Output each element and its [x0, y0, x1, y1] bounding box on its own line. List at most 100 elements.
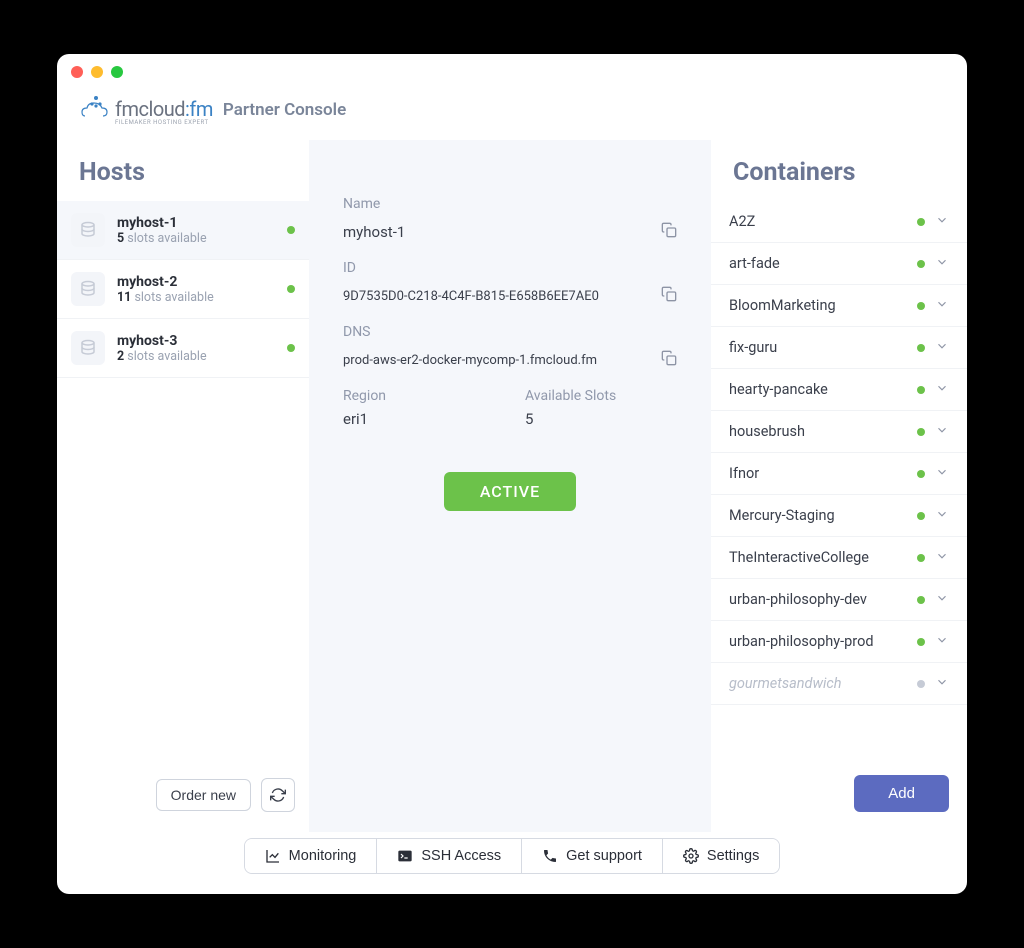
container-name: urban-philosophy-prod — [729, 633, 907, 650]
status-dot-icon — [917, 680, 925, 688]
refresh-button[interactable] — [261, 778, 295, 812]
container-item[interactable]: art-fade — [711, 243, 967, 285]
detail-dns-label: DNS — [343, 324, 677, 340]
status-dot-icon — [917, 218, 925, 226]
window-zoom-icon[interactable] — [111, 66, 123, 78]
logo: fmcloud:fm FILEMAKER HOSTING EXPERT — [79, 94, 213, 126]
container-name: Ifnor — [729, 465, 907, 482]
chevron-down-icon — [935, 212, 949, 231]
status-dot-icon — [917, 470, 925, 478]
copy-id-button[interactable] — [661, 286, 677, 306]
copy-icon — [661, 350, 677, 366]
status-dot-icon — [917, 554, 925, 562]
status-dot-icon — [287, 226, 295, 234]
containers-list: A2Z art-fade BloomMarketing fix-guru hea… — [711, 201, 967, 763]
chevron-down-icon — [935, 254, 949, 273]
server-icon — [71, 213, 105, 247]
container-name: TheInteractiveCollege — [729, 549, 907, 566]
status-dot-icon — [917, 428, 925, 436]
status-dot-icon — [287, 344, 295, 352]
status-dot-icon — [917, 302, 925, 310]
ssh-access-button[interactable]: SSH Access — [377, 839, 522, 873]
host-item[interactable]: myhost-2 11 slots available — [57, 260, 309, 319]
chevron-down-icon — [935, 506, 949, 525]
detail-id-value: 9D7535D0-C218-4C4F-B815-E658B6EE7AE0 — [343, 289, 599, 304]
host-slots: 11 slots available — [117, 290, 275, 305]
container-item[interactable]: hearty-pancake — [711, 369, 967, 411]
detail-slots-value: 5 — [525, 410, 533, 428]
container-item[interactable]: BloomMarketing — [711, 285, 967, 327]
phone-icon — [542, 848, 558, 864]
container-item[interactable]: housebrush — [711, 411, 967, 453]
status-badge: ACTIVE — [444, 472, 576, 511]
container-name: fix-guru — [729, 339, 907, 356]
cloud-icon — [79, 94, 109, 126]
chevron-down-icon — [935, 422, 949, 441]
container-item[interactable]: Mercury-Staging — [711, 495, 967, 537]
container-item[interactable]: urban-philosophy-prod — [711, 621, 967, 663]
terminal-icon — [397, 848, 413, 864]
container-name: BloomMarketing — [729, 297, 907, 314]
host-item[interactable]: myhost-3 2 slots available — [57, 319, 309, 378]
container-item[interactable]: gourmetsandwich — [711, 663, 967, 705]
host-slots: 5 slots available — [117, 231, 275, 246]
container-item[interactable]: TheInteractiveCollege — [711, 537, 967, 579]
detail-slots-label: Available Slots — [525, 388, 677, 404]
detail-region-value: eri1 — [343, 410, 368, 428]
copy-name-button[interactable] — [661, 222, 677, 242]
container-name: art-fade — [729, 255, 907, 272]
monitoring-button[interactable]: Monitoring — [245, 839, 378, 873]
get-support-button[interactable]: Get support — [522, 839, 663, 873]
container-name: housebrush — [729, 423, 907, 440]
chevron-down-icon — [935, 632, 949, 651]
status-dot-icon — [917, 344, 925, 352]
app-window: fmcloud:fm FILEMAKER HOSTING EXPERT Part… — [57, 54, 967, 894]
window-close-icon[interactable] — [71, 66, 83, 78]
logo-tagline: FILEMAKER HOSTING EXPERT — [115, 119, 213, 126]
chevron-down-icon — [935, 674, 949, 693]
status-dot-icon — [917, 512, 925, 520]
bottom-bar: Monitoring SSH Access Get support Settin… — [57, 832, 967, 894]
container-item[interactable]: fix-guru — [711, 327, 967, 369]
status-dot-icon — [917, 596, 925, 604]
container-name: hearty-pancake — [729, 381, 907, 398]
support-label: Get support — [566, 848, 642, 864]
status-dot-icon — [917, 638, 925, 646]
chevron-down-icon — [935, 296, 949, 315]
hosts-list: myhost-1 5 slots available myhost-2 11 s… — [57, 201, 309, 778]
container-item[interactable]: Ifnor — [711, 453, 967, 495]
chevron-down-icon — [935, 380, 949, 399]
detail-region-label: Region — [343, 388, 495, 404]
host-item[interactable]: myhost-1 5 slots available — [57, 201, 309, 260]
server-icon — [71, 272, 105, 306]
copy-dns-button[interactable] — [661, 350, 677, 370]
app-header: fmcloud:fm FILEMAKER HOSTING EXPERT Part… — [57, 90, 967, 140]
window-minimize-icon[interactable] — [91, 66, 103, 78]
detail-dns-value: prod-aws-er2-docker-mycomp-1.fmcloud.fm — [343, 353, 597, 368]
status-dot-icon — [917, 260, 925, 268]
chevron-down-icon — [935, 548, 949, 567]
host-name: myhost-3 — [117, 333, 275, 349]
add-container-button[interactable]: Add — [854, 775, 949, 812]
containers-title: Containers — [711, 140, 967, 201]
container-name: gourmetsandwich — [729, 675, 907, 692]
chart-icon — [265, 848, 281, 864]
logo-text-1: fmcloud — [115, 97, 185, 121]
settings-label: Settings — [707, 848, 759, 864]
status-dot-icon — [917, 386, 925, 394]
bottom-segmented: Monitoring SSH Access Get support Settin… — [244, 838, 781, 874]
chevron-down-icon — [935, 590, 949, 609]
container-name: A2Z — [729, 213, 907, 230]
detail-name-label: Name — [343, 196, 677, 212]
chevron-down-icon — [935, 338, 949, 357]
detail-id-label: ID — [343, 260, 677, 276]
refresh-icon — [270, 787, 286, 803]
container-item[interactable]: urban-philosophy-dev — [711, 579, 967, 621]
gear-icon — [683, 848, 699, 864]
chevron-down-icon — [935, 464, 949, 483]
container-item[interactable]: A2Z — [711, 201, 967, 243]
copy-icon — [661, 286, 677, 302]
logo-text-2: fm — [189, 97, 213, 121]
settings-button[interactable]: Settings — [663, 839, 779, 873]
order-new-button[interactable]: Order new — [156, 779, 251, 811]
